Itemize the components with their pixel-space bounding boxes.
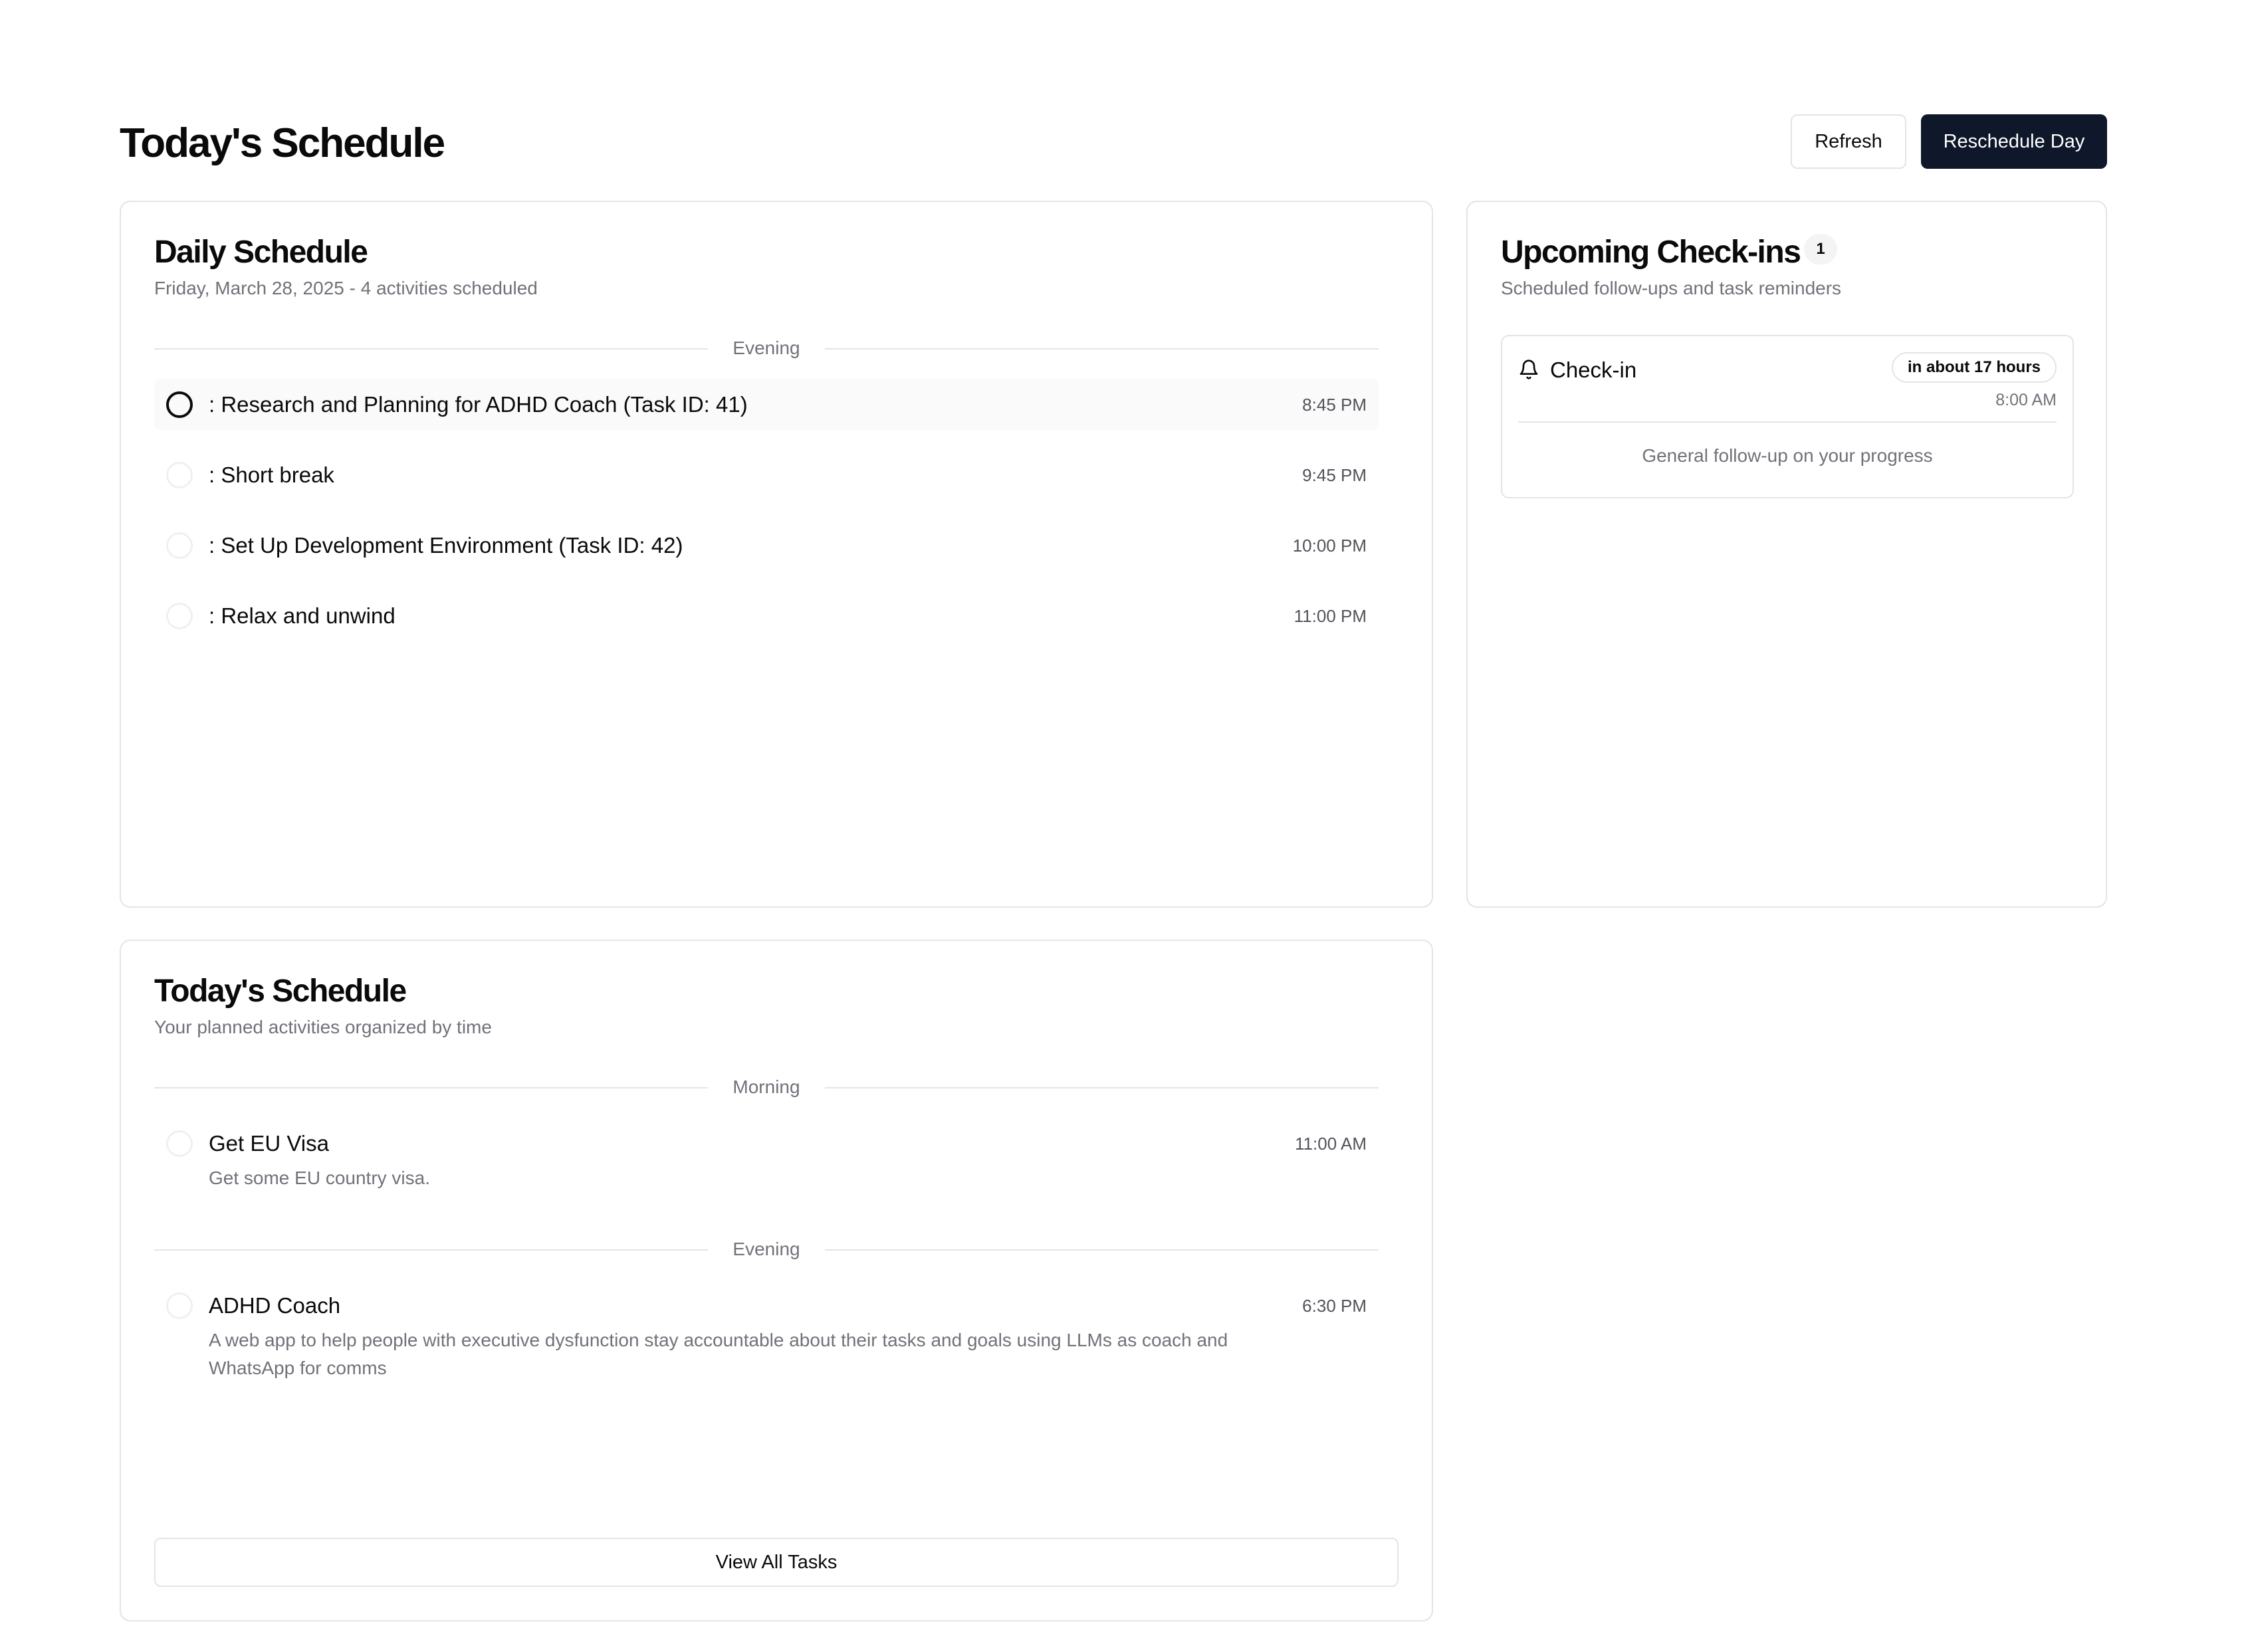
refresh-button[interactable]: Refresh bbox=[1791, 114, 1906, 169]
checkins-subtitle: Scheduled follow-ups and task reminders bbox=[1501, 278, 1842, 298]
schedule-item-label: : Relax and unwind bbox=[209, 603, 395, 628]
task-description: A web app to help people with executive … bbox=[209, 1330, 1228, 1378]
daily-schedule-title: Daily Schedule bbox=[154, 235, 368, 270]
checkin-description: General follow-up on your progress bbox=[1642, 445, 1933, 466]
section-label: Evening bbox=[732, 338, 800, 358]
complete-toggle-circle[interactable] bbox=[166, 532, 193, 559]
bell-icon bbox=[1519, 360, 1538, 379]
task-item[interactable]: Get EU Visa 11:00 AM Get some EU country… bbox=[154, 1118, 1379, 1204]
task-item[interactable]: ADHD Coach 6:30 PM A web app to help peo… bbox=[154, 1280, 1379, 1393]
checkin-item[interactable]: Check-in in about 17 hours 8:00 AM Gener… bbox=[1501, 335, 2074, 498]
schedule-item[interactable]: : Set Up Development Environment (Task I… bbox=[154, 520, 1379, 571]
section-label: Evening bbox=[732, 1239, 800, 1259]
schedule-item-label: : Short break bbox=[209, 463, 334, 487]
schedule-item-time: 10:00 PM bbox=[1292, 536, 1367, 556]
schedule-item-time: 11:00 PM bbox=[1293, 606, 1367, 626]
complete-toggle-circle[interactable] bbox=[166, 1292, 193, 1319]
checkins-title: Upcoming Check-ins bbox=[1501, 235, 1801, 270]
complete-toggle-circle[interactable] bbox=[166, 462, 193, 488]
schedule-item[interactable]: : Relax and unwind 11:00 PM bbox=[154, 590, 1379, 642]
view-all-tasks-button[interactable]: View All Tasks bbox=[154, 1538, 1399, 1587]
schedule-item[interactable]: : Short break 9:45 PM bbox=[154, 449, 1379, 501]
section-divider-evening: Evening bbox=[154, 1236, 1379, 1263]
section-divider-evening: Evening bbox=[154, 335, 1379, 361]
daily-schedule-subtitle: Friday, March 28, 2025 - 4 activities sc… bbox=[154, 278, 538, 298]
daily-schedule-card: Daily Schedule Friday, March 28, 2025 - … bbox=[120, 201, 1433, 908]
task-title: ADHD Coach bbox=[209, 1293, 341, 1318]
section-divider-morning: Morning bbox=[154, 1074, 1379, 1100]
todays-schedule-title: Today's Schedule bbox=[154, 974, 407, 1009]
task-time: 11:00 AM bbox=[1295, 1134, 1367, 1154]
todays-schedule-subtitle: Your planned activities organized by tim… bbox=[154, 1017, 492, 1037]
checkin-time: 8:00 AM bbox=[1995, 391, 2057, 409]
relative-time-badge: in about 17 hours bbox=[1891, 352, 2057, 383]
task-title: Get EU Visa bbox=[209, 1131, 329, 1156]
page-title: Today's Schedule bbox=[120, 120, 445, 166]
task-time: 6:30 PM bbox=[1302, 1296, 1367, 1316]
complete-toggle-circle[interactable] bbox=[166, 603, 193, 629]
checkins-count-badge: 1 bbox=[1804, 234, 1837, 264]
complete-toggle-circle[interactable] bbox=[166, 1130, 193, 1157]
todays-schedule-card: Today's Schedule Your planned activities… bbox=[120, 940, 1433, 1621]
checkin-title: Check-in bbox=[1550, 358, 1637, 382]
schedule-item-time: 8:45 PM bbox=[1302, 395, 1367, 415]
reschedule-day-button[interactable]: Reschedule Day bbox=[1921, 114, 2107, 169]
task-description: Get some EU country visa. bbox=[209, 1168, 431, 1188]
checkin-separator bbox=[1518, 421, 2057, 423]
schedule-item-label: : Set Up Development Environment (Task I… bbox=[209, 533, 683, 558]
page-header: Today's Schedule Refresh Reschedule Day bbox=[120, 114, 2107, 169]
complete-toggle-circle[interactable] bbox=[166, 391, 193, 418]
schedule-item-time: 9:45 PM bbox=[1302, 465, 1367, 485]
schedule-item[interactable]: : Research and Planning for ADHD Coach (… bbox=[154, 379, 1379, 431]
upcoming-checkins-card: Upcoming Check-ins Scheduled follow-ups … bbox=[1466, 201, 2107, 908]
schedule-item-label: : Research and Planning for ADHD Coach (… bbox=[209, 392, 748, 417]
section-label: Morning bbox=[732, 1077, 800, 1097]
